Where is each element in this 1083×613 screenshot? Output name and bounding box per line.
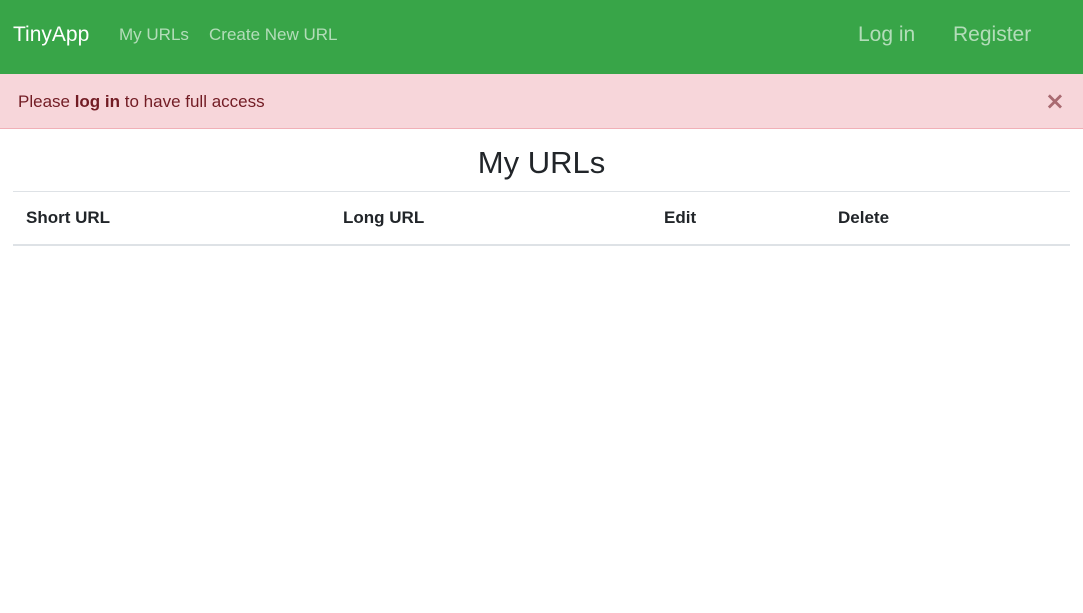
login-link[interactable]: Log in [858, 22, 915, 48]
table-header-row: Short URL Long URL Edit Delete [13, 191, 1070, 245]
column-header-delete: Delete [838, 207, 890, 227]
close-icon[interactable]: × [1045, 88, 1065, 114]
alert-prefix: Please [18, 92, 75, 111]
nav-link-create-new-url[interactable]: Create New URL [209, 25, 338, 45]
urls-table: Short URL Long URL Edit Delete [13, 191, 1070, 246]
login-alert: Please log in to have full access × [0, 74, 1083, 129]
column-header-edit: Edit [664, 207, 697, 227]
alert-message: Please log in to have full access [18, 92, 265, 112]
brand-logo-link[interactable]: TinyApp [13, 22, 89, 48]
alert-suffix: to have full access [120, 92, 265, 111]
column-header-long-url: Long URL [343, 207, 425, 227]
page-title: My URLs [477, 145, 606, 180]
alert-login-text: log in [74, 92, 121, 111]
nav-link-my-urls[interactable]: My URLs [119, 25, 189, 45]
column-header-short-url: Short URL [26, 207, 111, 227]
register-link[interactable]: Register [953, 22, 1031, 48]
top-navbar: TinyApp My URLs Create New URL Log in Re… [0, 0, 1083, 74]
